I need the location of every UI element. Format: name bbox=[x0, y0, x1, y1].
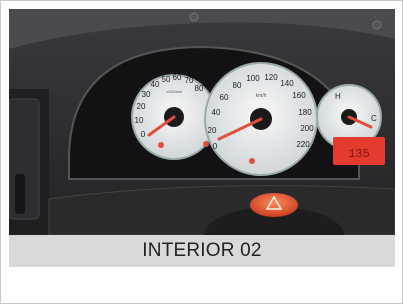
tach-tick: 30 bbox=[142, 90, 151, 99]
speed-tick: 180 bbox=[298, 108, 312, 117]
warning-light-icon bbox=[249, 158, 255, 164]
speed-tick: 0 bbox=[213, 142, 218, 151]
tach-tick: 80 bbox=[195, 84, 204, 93]
tach-tick: 40 bbox=[151, 80, 160, 89]
speed-tick: 100 bbox=[246, 74, 260, 83]
speed-tick: 40 bbox=[212, 108, 221, 117]
image-card: 0 10 20 30 40 50 60 70 80 x100/min 0 20 … bbox=[0, 0, 403, 304]
tach-tick: 0 bbox=[141, 130, 146, 139]
speed-tick: 200 bbox=[300, 124, 314, 133]
speed-tick: 220 bbox=[296, 140, 310, 149]
temp-low-label: C bbox=[371, 114, 377, 123]
warning-light-icon bbox=[158, 142, 164, 148]
speed-tick: 140 bbox=[280, 79, 294, 88]
image-caption: INTERIOR 02 bbox=[142, 240, 262, 261]
speed-tick: 20 bbox=[208, 126, 217, 135]
dashboard-photo[interactable]: 0 10 20 30 40 50 60 70 80 x100/min 0 20 … bbox=[9, 9, 395, 235]
tach-unit: x100/min bbox=[166, 89, 182, 94]
speed-unit: km/h bbox=[256, 93, 267, 99]
warning-light-icon bbox=[203, 141, 209, 147]
odometer-display: 135 bbox=[333, 137, 385, 165]
speed-tick: 120 bbox=[264, 73, 278, 82]
tach-tick: 20 bbox=[137, 102, 146, 111]
dashboard-illustration: 0 10 20 30 40 50 60 70 80 x100/min 0 20 … bbox=[9, 9, 395, 235]
hazard-button-icon bbox=[250, 193, 298, 217]
tach-tick: 50 bbox=[162, 75, 171, 84]
temp-high-label: H bbox=[335, 92, 341, 101]
odometer-value: 135 bbox=[348, 147, 370, 161]
tach-tick: 10 bbox=[135, 116, 144, 125]
speed-tick: 60 bbox=[220, 93, 229, 102]
speed-tick: 160 bbox=[292, 91, 306, 100]
tach-tick: 70 bbox=[185, 76, 194, 85]
caption-bar: INTERIOR 02 bbox=[9, 235, 395, 267]
speedometer-gauge bbox=[204, 62, 318, 176]
tach-tick: 60 bbox=[173, 73, 182, 82]
speed-tick: 80 bbox=[233, 81, 242, 90]
